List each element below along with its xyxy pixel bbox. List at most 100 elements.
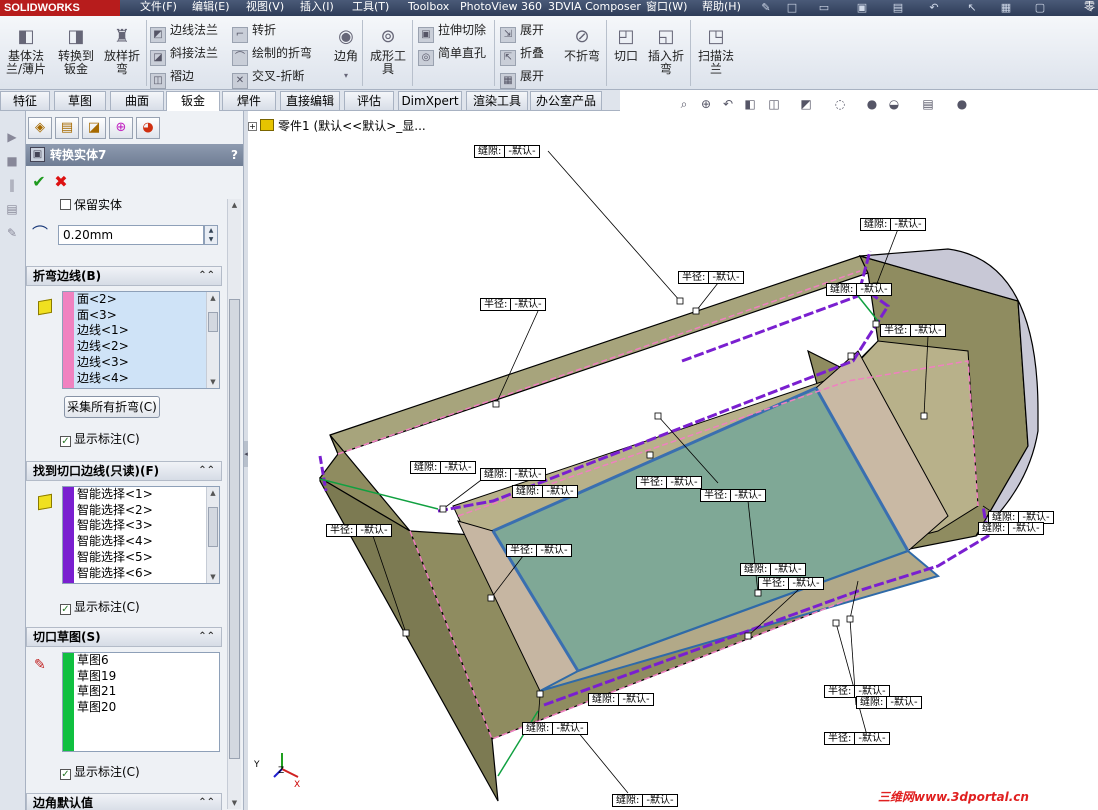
gap-callout[interactable]: 缝隙: -默认- xyxy=(860,218,926,231)
gap-callout[interactable]: 缝隙: -默认- xyxy=(740,563,806,576)
graphics-area[interactable]: + 零件1 (默认<<默认>_显... 缝隙: -默认- 半径: -默认- 半径… xyxy=(248,111,1098,810)
list-item[interactable]: 智能选择<6> xyxy=(63,566,219,582)
panel-scrollbar[interactable]: ▲ ▼ xyxy=(227,199,241,809)
callout-anchor[interactable] xyxy=(536,690,544,698)
tab-render-tools[interactable]: 渲染工具 xyxy=(466,91,528,110)
feature-manager-tab-icon[interactable]: ◈ xyxy=(28,117,52,139)
lofted-bend-button[interactable]: ♜ 放样折弯 xyxy=(100,26,144,76)
rip-sketches-header[interactable]: 切口草图(S) ⌃⌃ xyxy=(26,627,222,647)
callout-value[interactable]: -默认- xyxy=(731,490,764,501)
extruded-cut-button[interactable]: ▣ 拉伸切除 xyxy=(418,20,486,43)
menu-photoview[interactable]: PhotoView 360 xyxy=(460,0,542,16)
bend-edges-list[interactable]: 面<2> 面<3> 边线<1> 边线<2> 边线<3> 边线<4> ▲ ▼ xyxy=(62,291,220,389)
list-item[interactable]: 草图20 xyxy=(63,700,219,716)
callout-value[interactable]: -默认- xyxy=(553,723,586,734)
radius-callout[interactable]: 半径: -默认- xyxy=(506,544,572,557)
menu-toolbox[interactable]: Toolbox xyxy=(408,0,449,16)
unfold-button[interactable]: ⇲ 展开 xyxy=(500,20,544,43)
callout-anchor[interactable] xyxy=(646,451,654,459)
edge-flange-button[interactable]: ◩ 边线法兰 xyxy=(150,20,218,43)
tab-dimxpert[interactable]: DimXpert xyxy=(398,91,462,110)
gap-callout[interactable]: 缝隙: -默认- xyxy=(826,283,892,296)
no-bends-button[interactable]: ⊘ 不折弯 xyxy=(560,26,604,63)
forming-tool-button[interactable]: ⊚ 成形工具 xyxy=(366,26,410,76)
display-manager-tab-icon[interactable]: ◕ xyxy=(136,117,160,139)
callout-value[interactable]: -默认- xyxy=(1009,523,1042,534)
gap-callout[interactable]: 缝隙: -默认- xyxy=(522,722,588,735)
select-icon[interactable]: ↖ xyxy=(962,1,982,15)
callout-value[interactable]: -默认- xyxy=(619,694,652,705)
callout-value[interactable]: -默认- xyxy=(855,733,888,744)
hem-button[interactable]: ◫ 褶边 xyxy=(150,66,194,89)
callout-value[interactable]: -默认- xyxy=(511,299,544,310)
sketched-bend-button[interactable]: ⌒ 绘制的折弯 xyxy=(232,43,312,66)
tab-evaluate[interactable]: 评估 xyxy=(344,91,394,110)
callout-value[interactable]: -默认- xyxy=(505,146,538,157)
tab-sheet-metal[interactable]: 钣金 xyxy=(166,91,220,111)
show-callouts-box[interactable]: ✓ xyxy=(60,604,71,615)
tab-weldments[interactable]: 焊件 xyxy=(222,91,276,110)
collapse-icon[interactable]: ⌃⌃ xyxy=(198,794,215,810)
list-item[interactable]: 草图6 xyxy=(63,653,219,669)
callout-value[interactable]: -默认- xyxy=(511,469,544,480)
callout-value[interactable]: -默认- xyxy=(357,525,390,536)
callout-anchor[interactable] xyxy=(872,320,880,328)
callout-anchor[interactable] xyxy=(847,352,855,360)
pause-icon[interactable]: ‖ xyxy=(4,177,20,193)
section-view-icon[interactable]: ◧ xyxy=(742,96,758,112)
simple-hole-button[interactable]: ◎ 简单直孔 xyxy=(418,43,486,66)
rip-button[interactable]: ◰ 切口 xyxy=(610,26,642,63)
list-item[interactable]: 智能选择<3> xyxy=(63,518,219,534)
menu-window[interactable]: 窗口(W) xyxy=(646,0,687,16)
dimxpert-manager-tab-icon[interactable]: ⊕ xyxy=(109,117,133,139)
list-scrollbar[interactable]: ▲ ▼ xyxy=(206,292,219,388)
ok-button[interactable]: ✔ xyxy=(30,173,48,191)
scroll-down-icon[interactable]: ▼ xyxy=(207,376,219,388)
gap-callout[interactable]: 缝隙: -默认- xyxy=(410,461,476,474)
callout-value[interactable]: -默认- xyxy=(911,325,944,336)
rebuild-icon[interactable]: ▦ xyxy=(996,1,1016,15)
tab-direct-editing[interactable]: 直接编辑 xyxy=(280,91,340,110)
gap-callout[interactable]: 缝隙: -默认- xyxy=(480,468,546,481)
callout-anchor[interactable] xyxy=(920,412,928,420)
rip-edges-list[interactable]: 智能选择<1> 智能选择<2> 智能选择<3> 智能选择<4> 智能选择<5> … xyxy=(62,486,220,584)
menu-tools[interactable]: 工具(T) xyxy=(352,0,389,16)
callout-anchor[interactable] xyxy=(492,400,500,408)
fold-button[interactable]: ⇱ 折叠 xyxy=(500,43,544,66)
gap-callout[interactable]: 缝隙: -默认- xyxy=(588,693,654,706)
radius-callout[interactable]: 半径: -默认- xyxy=(700,489,766,502)
base-flange-button[interactable]: ◧ 基体法兰/薄片 xyxy=(4,26,48,76)
view-orientation-icon[interactable]: ◫ xyxy=(766,96,782,112)
tab-surfaces[interactable]: 曲面 xyxy=(110,91,164,110)
hide-show-icon[interactable]: ◌ xyxy=(832,96,848,112)
list-item[interactable]: 智能选择<1> xyxy=(63,487,219,503)
zoom-to-area-icon[interactable]: ⊕ xyxy=(698,96,714,112)
gap-callout[interactable]: 缝隙: -默认- xyxy=(612,794,678,807)
menu-insert[interactable]: 插入(I) xyxy=(300,0,334,16)
list-item[interactable]: 智能选择<4> xyxy=(63,534,219,550)
list-item[interactable]: 边线<4> xyxy=(63,371,219,387)
collapse-icon[interactable]: ⌃⌃ xyxy=(198,267,215,285)
menu-file[interactable]: 文件(F) xyxy=(140,0,177,16)
configuration-manager-tab-icon[interactable]: ◪ xyxy=(82,117,106,139)
callout-value[interactable]: -默认- xyxy=(887,697,920,708)
list-item[interactable]: 草图19 xyxy=(63,669,219,685)
edit-appearance-icon[interactable]: ● xyxy=(864,96,880,112)
menu-edit[interactable]: 编辑(E) xyxy=(192,0,230,16)
insert-bends-button[interactable]: ◱ 插入折弯 xyxy=(644,26,688,76)
gap-callout[interactable]: 缝隙: -默认- xyxy=(474,145,540,158)
callout-value[interactable]: -默认- xyxy=(891,219,924,230)
convert-sheetmetal-button[interactable]: ◨ 转换到钣金 xyxy=(54,26,98,76)
list-item[interactable]: 草图21 xyxy=(63,684,219,700)
apply-scene-icon[interactable]: ◒ xyxy=(886,96,902,112)
callout-anchor[interactable] xyxy=(744,632,752,640)
property-manager-tab-icon[interactable]: ▤ xyxy=(55,117,79,139)
print-icon[interactable]: ▤ xyxy=(888,1,908,15)
callout-value[interactable]: -默认- xyxy=(537,545,570,556)
pin-icon[interactable]: ✎ xyxy=(756,1,776,15)
help-button[interactable]: ? xyxy=(231,144,238,166)
jog-button[interactable]: ⌐ 转折 xyxy=(232,20,276,43)
list-item[interactable]: 智能选择<2> xyxy=(63,503,219,519)
callout-value[interactable]: -默认- xyxy=(789,578,822,589)
radius-callout[interactable]: 半径: -默认- xyxy=(758,577,824,590)
